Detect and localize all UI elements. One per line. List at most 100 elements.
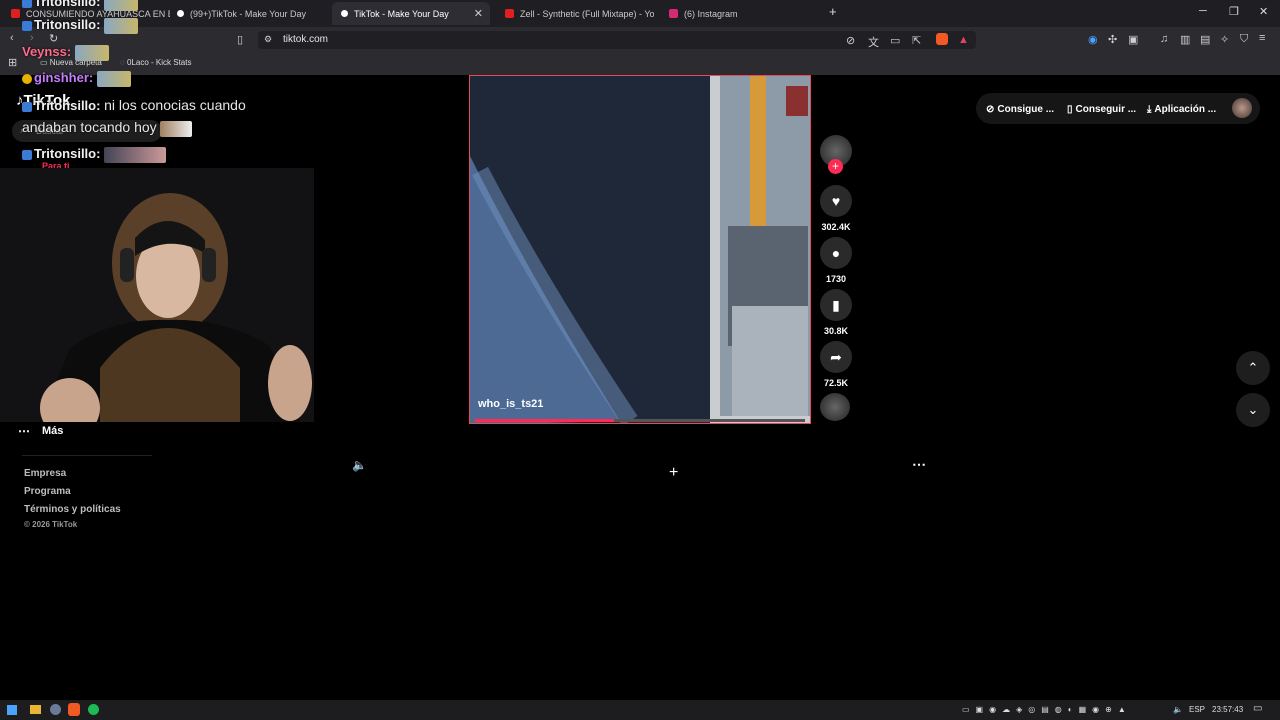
- minimize-button[interactable]: ─: [1199, 5, 1207, 17]
- file-explorer-icon[interactable]: [30, 705, 41, 714]
- bookmark-icon: ▮: [832, 296, 840, 313]
- next-video-button[interactable]: ⌄: [1236, 393, 1270, 427]
- chat-text: andaban tocando hoy: [22, 119, 157, 135]
- previous-video-button[interactable]: ⌃: [1236, 351, 1270, 385]
- chat-user: Tritonsillo:: [34, 0, 101, 9]
- tiktok-icon: [341, 10, 348, 17]
- wallet-icon[interactable]: ◉: [1088, 33, 1098, 46]
- phone-icon: ▯: [1067, 103, 1073, 115]
- menu-icon[interactable]: ≡: [1259, 32, 1265, 44]
- tab-instagram[interactable]: (6) Instagram: [660, 2, 820, 25]
- tab-tiktok-active[interactable]: TikTok - Make Your Day ✕: [332, 2, 490, 25]
- reader-icon[interactable]: ⊘: [846, 34, 855, 47]
- vpn-icon[interactable]: ⛉: [1240, 33, 1248, 46]
- emote-icon: [104, 0, 139, 11]
- bookmarks-bar: [0, 53, 1280, 75]
- chat-user: Tritonsillo:: [34, 146, 101, 161]
- youtube-icon: [11, 9, 20, 18]
- chat-user: ginshher:: [34, 70, 94, 85]
- video-username[interactable]: who_is_ts21: [478, 398, 543, 410]
- close-tab-icon[interactable]: ✕: [474, 7, 483, 20]
- sidebar-more[interactable]: Más: [42, 425, 63, 437]
- streamer-silhouette: [40, 193, 312, 422]
- start-icon[interactable]: [7, 705, 17, 715]
- like-button[interactable]: ♥: [820, 185, 852, 217]
- comment-icon: ●: [831, 245, 841, 261]
- chat-message: Veynss:: [22, 44, 109, 61]
- language-indicator[interactable]: ESP: [1189, 705, 1205, 714]
- emote-icon: [104, 146, 167, 163]
- steam-icon[interactable]: [50, 704, 61, 715]
- share-icon[interactable]: ⇱: [912, 34, 921, 47]
- button-label: Consigue ...: [997, 103, 1055, 115]
- copyright: © 2026 TikTok: [24, 520, 78, 529]
- for-you-label[interactable]: Para ti: [42, 161, 70, 168]
- heart-icon: ♥: [831, 193, 841, 209]
- notifications-icon[interactable]: ▭: [1253, 703, 1262, 714]
- tab-title: TikTok - Make Your Day: [354, 8, 449, 19]
- wallet-card-icon[interactable]: ▤: [1200, 33, 1210, 46]
- save-button[interactable]: ▮: [820, 289, 852, 321]
- volume-icon[interactable]: 🔈: [352, 458, 367, 472]
- sword-badge-icon: [22, 149, 32, 160]
- footer-link-terms[interactable]: Términos y políticas: [24, 504, 121, 515]
- screenshot-icon[interactable]: ▣: [1128, 33, 1138, 46]
- get-coins-button[interactable]: ⊘ Consigue ...: [986, 96, 1054, 122]
- leo-icon[interactable]: ✧: [1220, 33, 1229, 46]
- chat-message: Tritonsillo:: [22, 0, 139, 11]
- chat-message: Tritonsillo: ni los conocias cuando: [22, 97, 246, 113]
- close-window-button[interactable]: ✕: [1259, 5, 1268, 18]
- sword-badge-icon: [22, 101, 32, 112]
- emote-icon: [160, 120, 193, 137]
- webcam-feed: [0, 168, 314, 422]
- get-app-button[interactable]: ▯ Conseguir ...: [1067, 96, 1136, 122]
- brave-shield-icon[interactable]: [936, 33, 948, 45]
- profile-avatar[interactable]: [1232, 98, 1252, 118]
- instagram-icon: [669, 9, 678, 18]
- button-label: Conseguir ...: [1075, 103, 1137, 115]
- chat-user: Veynss:: [22, 44, 72, 59]
- new-tab-button[interactable]: +: [829, 4, 837, 19]
- footer-link-programa[interactable]: Programa: [24, 486, 71, 497]
- comment-button[interactable]: ●: [820, 237, 852, 269]
- site-info-icon[interactable]: ⚙: [264, 34, 272, 45]
- emote-icon: [96, 70, 131, 87]
- button-label: Aplicación ...: [1154, 103, 1217, 115]
- bookmark-kick-stats[interactable]: ◌ 0Laco - Kick Stats: [120, 58, 191, 67]
- tab-tiktok-notifications[interactable]: (99+)TikTok - Make Your Day: [168, 2, 330, 25]
- kick-icon: ◌: [120, 58, 127, 67]
- sound-disc-icon[interactable]: [820, 393, 850, 421]
- media-icon[interactable]: ♫: [1160, 33, 1168, 45]
- sidebar-icon[interactable]: ▥: [1180, 33, 1190, 46]
- bookmark-icon[interactable]: ▯: [237, 33, 243, 46]
- back-icon[interactable]: ‹: [10, 32, 14, 44]
- system-tray-icons[interactable]: ▭▣◉☁◈◎▤◍◐▦◉⊕▲: [962, 705, 1142, 714]
- more-options-icon[interactable]: ⋯: [912, 456, 926, 473]
- clock[interactable]: 23:57:43: [1212, 705, 1243, 714]
- speaker-icon[interactable]: 🔈: [1173, 705, 1183, 714]
- extensions-icon[interactable]: ✣: [1108, 33, 1117, 46]
- translate-icon[interactable]: 文: [868, 34, 879, 50]
- desktop-app-button[interactable]: ⤓ Aplicación ...: [1147, 96, 1216, 122]
- tab-title: (6) Instagram: [684, 8, 738, 19]
- tab-youtube-zell[interactable]: Zell - Synthetic (Full Mixtape) - YouTub…: [496, 2, 654, 25]
- rewards-icon[interactable]: ▲: [958, 34, 969, 46]
- comment-count: 1730: [825, 274, 847, 284]
- cast-icon[interactable]: ▭: [890, 34, 900, 47]
- apps-grid-icon[interactable]: ⊞: [8, 56, 17, 69]
- url-text: tiktok.com: [283, 34, 329, 45]
- forward-icon[interactable]: ›: [30, 32, 34, 44]
- spotify-icon[interactable]: [88, 704, 99, 715]
- restore-button[interactable]: ❐: [1229, 5, 1239, 18]
- share-button[interactable]: ➦: [820, 341, 852, 373]
- more-dots-icon[interactable]: ⋯: [18, 424, 30, 438]
- share-count: 72.5K: [823, 378, 849, 388]
- save-count: 30.8K: [823, 326, 849, 336]
- footer-link-empresa[interactable]: Empresa: [24, 468, 66, 479]
- divider: [22, 455, 152, 456]
- follow-plus-icon[interactable]: +: [828, 159, 843, 174]
- tiktok-icon: [177, 10, 184, 17]
- video-player[interactable]: [469, 75, 811, 424]
- brave-taskbar-icon[interactable]: [68, 703, 80, 716]
- download-icon: ⤓: [1147, 103, 1152, 115]
